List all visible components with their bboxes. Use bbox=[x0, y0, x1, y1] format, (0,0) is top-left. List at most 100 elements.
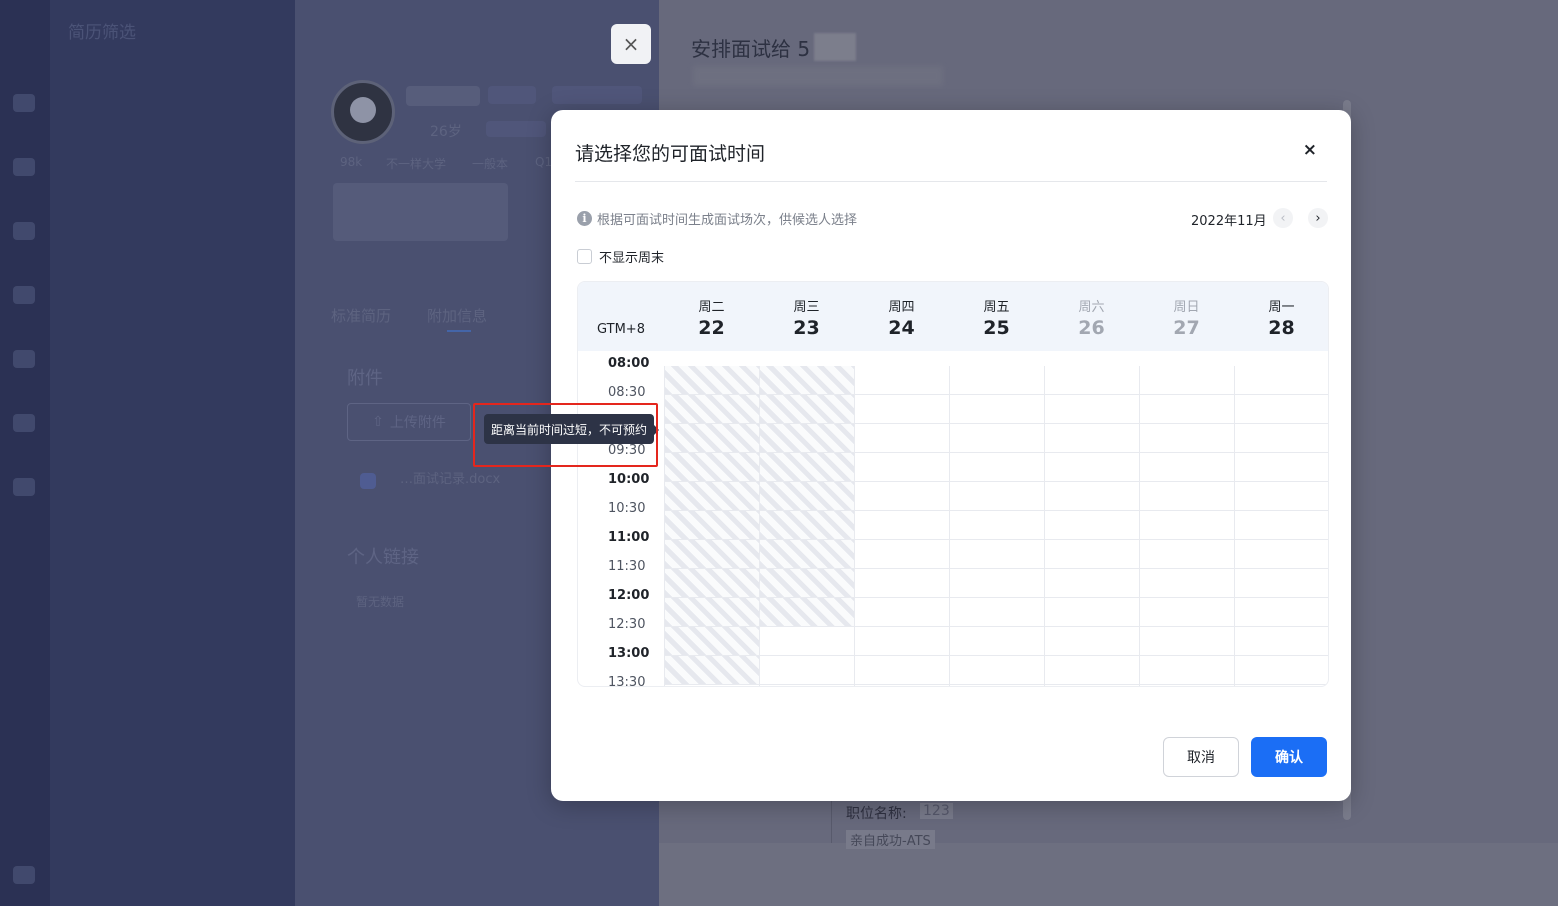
time-slot[interactable] bbox=[1140, 395, 1235, 424]
time-slot[interactable] bbox=[1140, 453, 1235, 482]
time-slot[interactable] bbox=[1045, 424, 1140, 453]
personal-links-title: 个人链接 bbox=[347, 547, 419, 568]
time-slot[interactable] bbox=[1235, 598, 1328, 627]
time-slot[interactable] bbox=[1235, 627, 1328, 656]
time-slot[interactable] bbox=[1140, 366, 1235, 395]
time-slot[interactable] bbox=[1235, 540, 1328, 569]
nav-home-icon[interactable] bbox=[13, 94, 35, 112]
time-slot[interactable] bbox=[855, 453, 950, 482]
day-column bbox=[1139, 366, 1235, 686]
nav-report-icon[interactable] bbox=[13, 414, 35, 432]
info-text: 根据可面试时间生成面试场次，供候选人选择 bbox=[597, 213, 858, 228]
hide-weekend-checkbox[interactable] bbox=[577, 249, 592, 264]
time-slot[interactable] bbox=[1045, 482, 1140, 511]
time-slot[interactable] bbox=[950, 453, 1045, 482]
close-drawer-button[interactable]: × bbox=[611, 24, 651, 64]
time-slot[interactable] bbox=[1140, 627, 1235, 656]
day-weekday: 周二 bbox=[698, 300, 725, 315]
next-month-button[interactable]: › bbox=[1308, 208, 1328, 228]
day-column bbox=[1234, 366, 1328, 686]
time-slot[interactable] bbox=[855, 482, 950, 511]
time-slot[interactable] bbox=[950, 511, 1045, 540]
time-slot[interactable] bbox=[1235, 395, 1328, 424]
day-weekday: 周一 bbox=[1268, 300, 1295, 315]
time-slot[interactable] bbox=[1235, 453, 1328, 482]
day-date: 28 bbox=[1268, 317, 1295, 339]
time-slot[interactable] bbox=[760, 627, 855, 656]
time-slot[interactable] bbox=[1045, 598, 1140, 627]
breadcrumb: 简历筛选 bbox=[68, 23, 136, 43]
day-column bbox=[664, 366, 760, 686]
time-slot[interactable] bbox=[950, 424, 1045, 453]
time-slot[interactable] bbox=[855, 366, 950, 395]
time-slot[interactable] bbox=[1235, 366, 1328, 395]
nav-jobs-icon[interactable] bbox=[13, 158, 35, 176]
hide-weekend-label: 不显示周末 bbox=[599, 251, 665, 266]
time-slot[interactable] bbox=[950, 482, 1045, 511]
nav-user-icon[interactable] bbox=[13, 286, 35, 304]
hide-weekend-toggle[interactable]: 不显示周末 bbox=[577, 247, 664, 266]
time-slot[interactable] bbox=[1045, 453, 1140, 482]
time-slot[interactable] bbox=[855, 569, 950, 598]
time-slot[interactable] bbox=[1140, 656, 1235, 685]
cancel-button[interactable]: 取消 bbox=[1163, 737, 1239, 777]
time-slot[interactable] bbox=[1045, 627, 1140, 656]
time-slot[interactable] bbox=[1140, 424, 1235, 453]
tab-standard-resume[interactable]: 标准简历 bbox=[331, 305, 391, 326]
time-slot[interactable] bbox=[1235, 482, 1328, 511]
time-slot[interactable] bbox=[1045, 511, 1140, 540]
info-hint: i 根据可面试时间生成面试场次，供候选人选择 bbox=[577, 209, 857, 228]
time-slot[interactable] bbox=[855, 511, 950, 540]
time-slot[interactable] bbox=[760, 656, 855, 685]
time-slot[interactable] bbox=[1045, 395, 1140, 424]
modal-close-icon[interactable]: × bbox=[1303, 140, 1317, 160]
nav-message-icon[interactable] bbox=[13, 478, 35, 496]
upload-attachment-button[interactable]: ⇧ 上传附件 bbox=[347, 403, 471, 441]
time-slot[interactable] bbox=[1045, 569, 1140, 598]
nav-candidates-icon[interactable] bbox=[13, 222, 35, 240]
time-slot[interactable] bbox=[1045, 540, 1140, 569]
time-slot[interactable] bbox=[950, 656, 1045, 685]
time-slot-unavailable bbox=[760, 453, 855, 482]
time-slot[interactable] bbox=[855, 627, 950, 656]
attachments-title: 附件 bbox=[347, 368, 383, 389]
time-slot[interactable] bbox=[950, 598, 1045, 627]
time-slot[interactable] bbox=[1140, 482, 1235, 511]
time-slot[interactable] bbox=[1045, 366, 1140, 395]
day-date: 27 bbox=[1173, 317, 1200, 339]
drawer-footer-band bbox=[659, 843, 1558, 906]
time-slot[interactable] bbox=[1140, 569, 1235, 598]
time-slot[interactable] bbox=[1140, 598, 1235, 627]
time-slot[interactable] bbox=[855, 598, 950, 627]
attachment-file-name[interactable]: …面试记录.docx bbox=[400, 468, 500, 487]
tab-extra-info[interactable]: 附加信息 bbox=[427, 305, 487, 326]
nav-settings-icon[interactable] bbox=[13, 866, 35, 884]
chevron-left-icon: ‹ bbox=[1280, 210, 1286, 226]
time-slot[interactable] bbox=[1235, 656, 1328, 685]
time-slot[interactable] bbox=[950, 366, 1045, 395]
prev-month-button[interactable]: ‹ bbox=[1273, 208, 1293, 228]
job-name-label: 职位名称: bbox=[846, 806, 907, 822]
time-slot[interactable] bbox=[855, 540, 950, 569]
time-slot[interactable] bbox=[950, 627, 1045, 656]
time-slot[interactable] bbox=[855, 395, 950, 424]
candidate-tag: 不一样大学 bbox=[386, 157, 447, 171]
time-slot[interactable] bbox=[950, 395, 1045, 424]
time-slot[interactable] bbox=[1045, 656, 1140, 685]
time-slot[interactable] bbox=[1235, 511, 1328, 540]
time-slot[interactable] bbox=[950, 569, 1045, 598]
day-column bbox=[854, 366, 950, 686]
time-slot[interactable] bbox=[950, 540, 1045, 569]
time-slot[interactable] bbox=[1140, 511, 1235, 540]
nav-chat-icon[interactable] bbox=[13, 350, 35, 368]
time-slot[interactable] bbox=[1140, 540, 1235, 569]
candidate-tag: 一般本 bbox=[472, 157, 509, 171]
time-slot[interactable] bbox=[1235, 424, 1328, 453]
job-company: 亲自成功-ATS bbox=[846, 830, 935, 849]
confirm-button[interactable]: 确认 bbox=[1251, 737, 1327, 777]
time-slot[interactable] bbox=[1235, 569, 1328, 598]
time-slot[interactable] bbox=[855, 424, 950, 453]
app-sidebar bbox=[0, 0, 50, 906]
day-header: 周三 23 bbox=[759, 282, 854, 351]
time-slot[interactable] bbox=[855, 656, 950, 685]
